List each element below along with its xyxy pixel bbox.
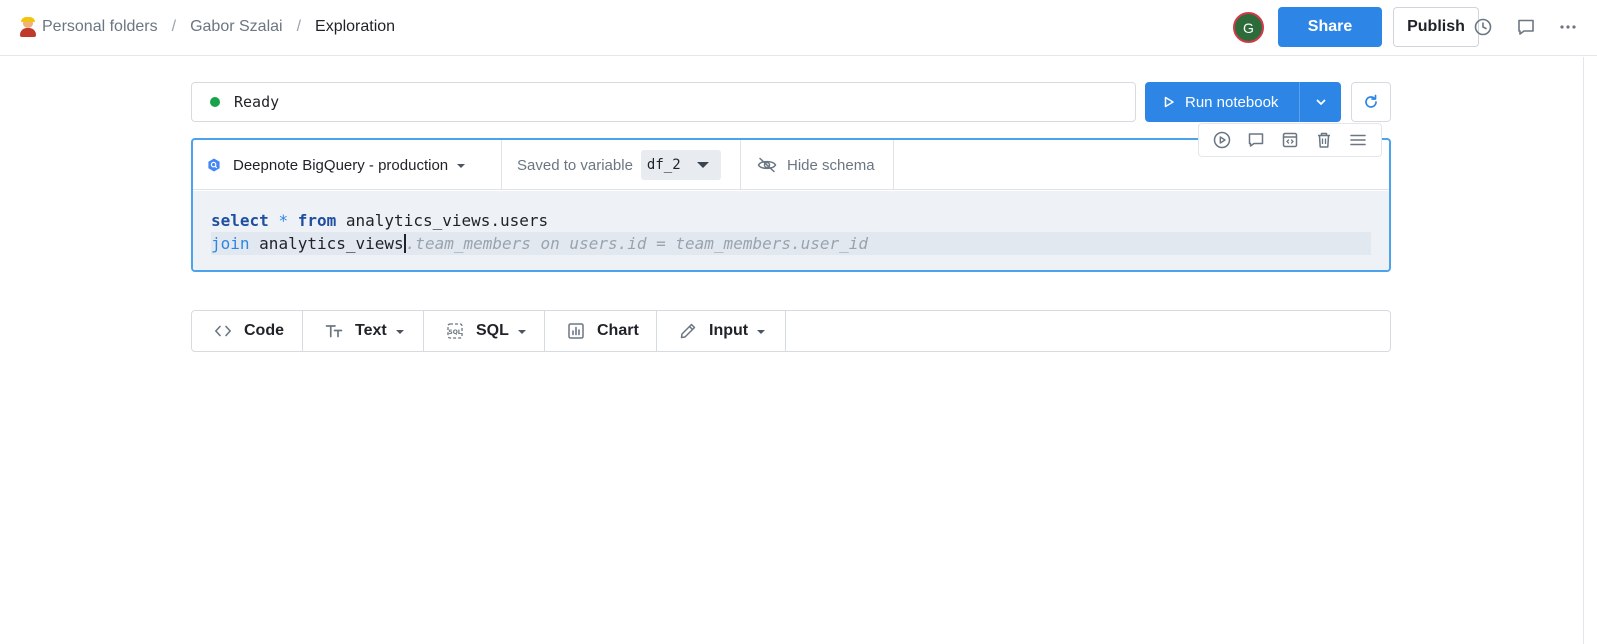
- chevron-down-icon: [457, 164, 466, 168]
- svg-text:SQL: SQL: [448, 329, 461, 336]
- chevron-down-icon: [1316, 99, 1325, 105]
- keyword-join: join: [211, 234, 250, 253]
- operator-star: *: [278, 211, 289, 230]
- breadcrumb-notebook-title[interactable]: Exploration: [315, 18, 395, 36]
- keyword-select: select: [211, 211, 269, 230]
- text-icon: [325, 325, 343, 338]
- add-input-label: Input: [709, 322, 749, 339]
- breadcrumb: Personal folders / Gabor Szalai / Explor…: [18, 0, 395, 53]
- user-avatar[interactable]: G: [1233, 12, 1264, 43]
- restart-kernel-button[interactable]: [1351, 82, 1391, 122]
- bigquery-icon: [208, 158, 220, 172]
- hide-schema-label: Hide schema: [787, 156, 875, 174]
- variable-name-select[interactable]: df_2: [640, 150, 721, 180]
- eye-off-icon: [757, 157, 777, 173]
- add-sql-block-button[interactable]: SQL SQL: [424, 311, 545, 351]
- run-options-dropdown[interactable]: [1299, 82, 1341, 122]
- play-icon: [1164, 96, 1174, 108]
- share-button[interactable]: Share: [1278, 7, 1382, 47]
- breadcrumb-separator: /: [296, 17, 302, 35]
- connection-selector[interactable]: Deepnote BigQuery - production: [193, 140, 502, 190]
- add-sql-label: SQL: [476, 322, 509, 339]
- comment-icon[interactable]: [1244, 128, 1268, 152]
- table-name: analytics_views.users: [345, 211, 549, 230]
- add-text-label: Text: [355, 322, 387, 339]
- chevron-down-icon: [757, 330, 766, 334]
- variable-section: Saved to variable df_2: [502, 140, 741, 190]
- status-dot: [210, 97, 220, 107]
- cell-actions-toolbar: [1198, 123, 1382, 157]
- code-line-1: select * from analytics_views.users: [211, 209, 1389, 232]
- run-notebook-label: Run notebook: [1185, 93, 1279, 111]
- breadcrumb-separator: /: [171, 17, 177, 35]
- comments-icon[interactable]: [1514, 15, 1538, 39]
- add-text-block-button[interactable]: Text: [303, 311, 424, 351]
- add-chart-block-button[interactable]: Chart: [545, 311, 657, 351]
- breadcrumb-personal-folders[interactable]: Personal folders: [42, 18, 158, 36]
- add-code-block-button[interactable]: Code: [192, 311, 303, 351]
- add-code-label: Code: [244, 322, 284, 339]
- menu-icon[interactable]: [1346, 128, 1370, 152]
- code-line-2: join analytics_views .team_members on use…: [211, 232, 1371, 255]
- caret-down-icon: [696, 162, 709, 168]
- sql-icon: SQL: [447, 323, 463, 339]
- publish-button[interactable]: Publish: [1393, 7, 1479, 47]
- chevron-down-icon: [517, 330, 526, 334]
- hide-schema-button[interactable]: Hide schema: [741, 140, 894, 190]
- more-icon[interactable]: [1556, 15, 1580, 39]
- chart-icon: [568, 323, 584, 339]
- add-input-block-button[interactable]: Input: [657, 311, 786, 351]
- run-cell-icon[interactable]: [1210, 128, 1234, 152]
- sql-code-editor[interactable]: select * from analytics_views.users join…: [193, 191, 1389, 270]
- autocomplete-suggestion: .team_members on users.id = team_members…: [405, 234, 869, 253]
- kernel-status-bar: Ready: [191, 82, 1136, 122]
- connection-name: Deepnote BigQuery - production: [233, 156, 449, 174]
- run-notebook-button[interactable]: Run notebook: [1145, 82, 1299, 122]
- vertical-scrollbar[interactable]: [1583, 57, 1597, 644]
- status-text: Ready: [234, 93, 280, 111]
- add-chart-label: Chart: [597, 322, 639, 339]
- refresh-icon: [1365, 94, 1377, 108]
- pencil-icon: [680, 323, 696, 339]
- code-icon: [215, 325, 231, 337]
- run-notebook-button-group: Run notebook: [1145, 82, 1341, 122]
- typed-text: analytics_views: [259, 234, 404, 253]
- breadcrumb-user-folder[interactable]: Gabor Szalai: [190, 18, 283, 36]
- sql-cell[interactable]: Deepnote BigQuery - production Saved to …: [191, 123, 1391, 272]
- chevron-down-icon: [395, 330, 404, 334]
- history-icon[interactable]: [1471, 15, 1495, 39]
- keyword-from: from: [297, 211, 337, 230]
- delete-icon[interactable]: [1312, 128, 1336, 152]
- top-bar: Personal folders / Gabor Szalai / Explor…: [0, 0, 1597, 56]
- variable-name: df_2: [646, 157, 681, 173]
- code-block-icon[interactable]: [1278, 128, 1302, 152]
- add-block-bar: Code Text SQL SQL Chart Input: [191, 310, 1391, 352]
- saved-to-variable-label: Saved to variable: [517, 156, 633, 174]
- folder-avatar-icon: [18, 16, 38, 37]
